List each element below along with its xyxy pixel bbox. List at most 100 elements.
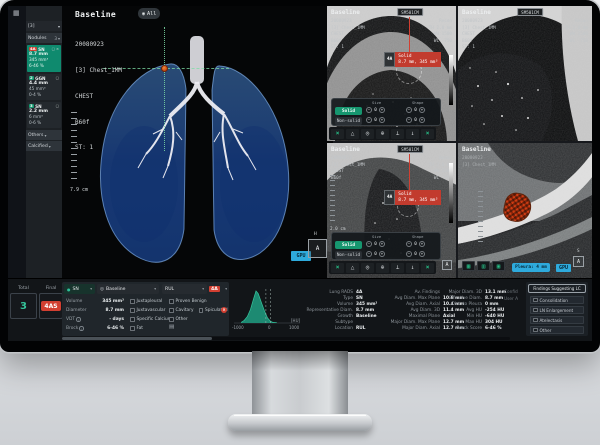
confirm-icon[interactable]: × bbox=[331, 263, 344, 273]
shape-minus-button[interactable]: − bbox=[406, 251, 412, 257]
cancel-icon[interactable]: × bbox=[421, 263, 434, 273]
remove-feature-icon[interactable]: × bbox=[221, 307, 227, 313]
delete-icon[interactable]: × bbox=[56, 47, 59, 51]
ct-coronal-viewport[interactable]: Baseline SM501CM 20080923[3] Chest_1MM C… bbox=[327, 143, 456, 278]
view-toggle-b-button[interactable]: ▥ bbox=[477, 261, 490, 271]
nodule-annotation[interactable]: 4A Solid 8.7 mm, 345 mm³ bbox=[384, 52, 441, 67]
size-plus-button[interactable]: + bbox=[379, 251, 385, 257]
confirm-icon[interactable]: × bbox=[331, 129, 344, 139]
show-all-nodules-button[interactable]: ◉ All bbox=[138, 8, 160, 19]
horizontal-scrollbar[interactable] bbox=[62, 337, 510, 340]
nodule-type-select[interactable]: ● SN ▾ bbox=[64, 284, 95, 294]
copy-icon[interactable]: ▢ bbox=[56, 76, 59, 80]
calcified-header-label: Calcified bbox=[28, 144, 48, 149]
scrollbar-thumb[interactable] bbox=[62, 337, 212, 340]
checkbox-juxtapleural[interactable]: Juxtapleural bbox=[130, 297, 172, 306]
probe-tool-icon[interactable]: ⊥ bbox=[391, 263, 404, 273]
findings-panel-title[interactable]: Findings Suggesting LC bbox=[528, 284, 586, 293]
checkbox-specific-calcium[interactable]: Specific Calcium bbox=[130, 315, 172, 324]
grayscale-bar[interactable] bbox=[449, 163, 453, 223]
checkbox-juxtavascular[interactable]: Juxtavascular bbox=[130, 306, 172, 315]
shape-plus-button[interactable]: + bbox=[419, 107, 425, 113]
checkbox[interactable] bbox=[169, 308, 174, 313]
size-minus-button[interactable]: − bbox=[366, 251, 372, 257]
size-plus-button[interactable]: + bbox=[379, 117, 385, 123]
checkbox-consolidation[interactable]: Consolidation bbox=[530, 296, 584, 304]
non-solid-button[interactable]: Non-solid bbox=[335, 251, 362, 259]
shape-minus-button[interactable]: − bbox=[406, 241, 412, 247]
solid-button[interactable]: Solid bbox=[335, 107, 362, 115]
orientation-marker[interactable]: A bbox=[442, 260, 452, 270]
orientation-marker[interactable]: A bbox=[573, 256, 584, 267]
checkbox-atelectasis[interactable]: Atelectasis bbox=[530, 316, 584, 324]
checkbox-ln-enlargement[interactable]: LN Enlargement bbox=[530, 306, 584, 314]
probe-tool-icon[interactable]: ⊥ bbox=[391, 129, 404, 139]
checkbox-label: Cavitary bbox=[176, 308, 194, 313]
info-icon[interactable]: i bbox=[76, 317, 81, 322]
export-icon[interactable]: ↓ bbox=[406, 129, 419, 139]
cluster-tool-icon[interactable]: ⊕ bbox=[376, 129, 389, 139]
info-icon[interactable]: i bbox=[79, 326, 84, 331]
lungrads-select[interactable]: 4A ▾ bbox=[209, 284, 227, 294]
copy-icon[interactable]: ▢ bbox=[52, 47, 55, 51]
checkbox[interactable] bbox=[199, 308, 204, 313]
orient-label: A bbox=[577, 259, 580, 265]
polygon-tool-icon[interactable]: △ bbox=[346, 129, 359, 139]
total-count-box: 3 bbox=[10, 293, 37, 319]
checkbox-label: Juxtavascular bbox=[137, 308, 166, 313]
nodule-annotation[interactable]: 4A Solid 8.7 mm, 345 mm³ bbox=[384, 190, 441, 205]
shape-plus-button[interactable]: + bbox=[419, 241, 425, 247]
size-plus-button[interactable]: + bbox=[379, 241, 385, 247]
circle-tool-icon[interactable]: ◎ bbox=[361, 263, 374, 273]
shape-minus-button[interactable]: − bbox=[406, 117, 412, 123]
location-select[interactable]: RUL ▾ bbox=[162, 284, 207, 294]
checkbox-fat[interactable]: Fat bbox=[130, 324, 172, 333]
cancel-icon[interactable]: × bbox=[421, 129, 434, 139]
note-doc-icon[interactable]: ▤ bbox=[169, 324, 174, 330]
solid-button[interactable]: Solid bbox=[335, 241, 362, 249]
series-tag[interactable]: SM501CM bbox=[397, 8, 423, 16]
nodules-section-header[interactable]: Nodules 3 ▾ bbox=[26, 33, 62, 43]
nodule-type: SN bbox=[35, 104, 42, 109]
export-icon[interactable]: ↓ bbox=[406, 263, 419, 273]
orientation-cube[interactable]: A bbox=[308, 239, 327, 258]
pleura-distance-button[interactable]: Pleura: 4 mm bbox=[512, 263, 550, 272]
checkbox-other-finding[interactable]: Other bbox=[530, 326, 584, 334]
field-label: Brock bbox=[66, 324, 78, 333]
sidebar-filter-dropdown[interactable]: [3] ▾ bbox=[26, 21, 62, 31]
nodule-card-1[interactable]: 4A SN ▢ × 8.7 mm 345 mm³ 6-46 % bbox=[27, 45, 61, 72]
layout-grid-icon[interactable]: ▦ bbox=[13, 9, 20, 17]
field-label: Diameter bbox=[66, 306, 87, 315]
checkbox-other[interactable]: Other bbox=[169, 315, 228, 324]
cluster-tool-icon[interactable]: ⊕ bbox=[376, 263, 389, 273]
size-minus-button[interactable]: − bbox=[366, 241, 372, 247]
checkbox-proven-benign[interactable]: Proven Benign bbox=[169, 297, 228, 306]
shape-plus-button[interactable]: + bbox=[419, 117, 425, 123]
scale-ruler bbox=[71, 112, 77, 184]
circle-tool-icon[interactable]: ◎ bbox=[361, 129, 374, 139]
view-toggle-a-button[interactable]: ▦ bbox=[462, 261, 475, 271]
timepoint-select[interactable]: ◎ Baseline ▾ bbox=[97, 284, 159, 294]
polygon-tool-icon[interactable]: △ bbox=[346, 263, 359, 273]
ct-zoom-viewport[interactable]: Baseline SM501CM 20080923[3] Chest_1MM C… bbox=[458, 6, 592, 141]
shape-plus-button[interactable]: + bbox=[419, 251, 425, 257]
shape-minus-button[interactable]: − bbox=[406, 107, 412, 113]
nodule-marker-3d[interactable] bbox=[161, 65, 168, 72]
non-solid-button[interactable]: Non-solid bbox=[335, 117, 362, 125]
grayscale-bar[interactable] bbox=[449, 55, 453, 105]
series-tag[interactable]: SM501CM bbox=[397, 145, 423, 153]
ct-sagittal-viewport[interactable]: Baseline 20080923[3] Chest_1MM ▦ ▥ ▣ Ple… bbox=[458, 143, 592, 278]
calcified-section-header[interactable]: Calcified ▾ bbox=[26, 141, 62, 151]
size-minus-button[interactable]: − bbox=[366, 107, 372, 113]
nodule-card-3[interactable]: 3 SN ▢ 2.2 mm 6 mm³ 0-6 % bbox=[27, 102, 61, 128]
series-tag[interactable]: SM501CM bbox=[517, 8, 543, 16]
view-toggle-c-button[interactable]: ▣ bbox=[492, 261, 505, 271]
volume-render-viewport[interactable]: Baseline ◉ All 20080923 [3] Chest_1MM CH… bbox=[62, 6, 333, 278]
size-plus-button[interactable]: + bbox=[379, 107, 385, 113]
others-section-header[interactable]: Others ▾ bbox=[26, 130, 62, 140]
copy-icon[interactable]: ▢ bbox=[56, 104, 59, 108]
size-minus-button[interactable]: − bbox=[366, 117, 372, 123]
orient-front-label: A bbox=[316, 245, 320, 252]
nodule-card-2[interactable]: 2 GGN ▢ 4.4 mm 45 mm³ 0-4 % bbox=[27, 74, 61, 100]
ct-axial-viewport[interactable]: Baseline SM501CM 20080923[3] Chest_1MM C… bbox=[327, 6, 456, 141]
